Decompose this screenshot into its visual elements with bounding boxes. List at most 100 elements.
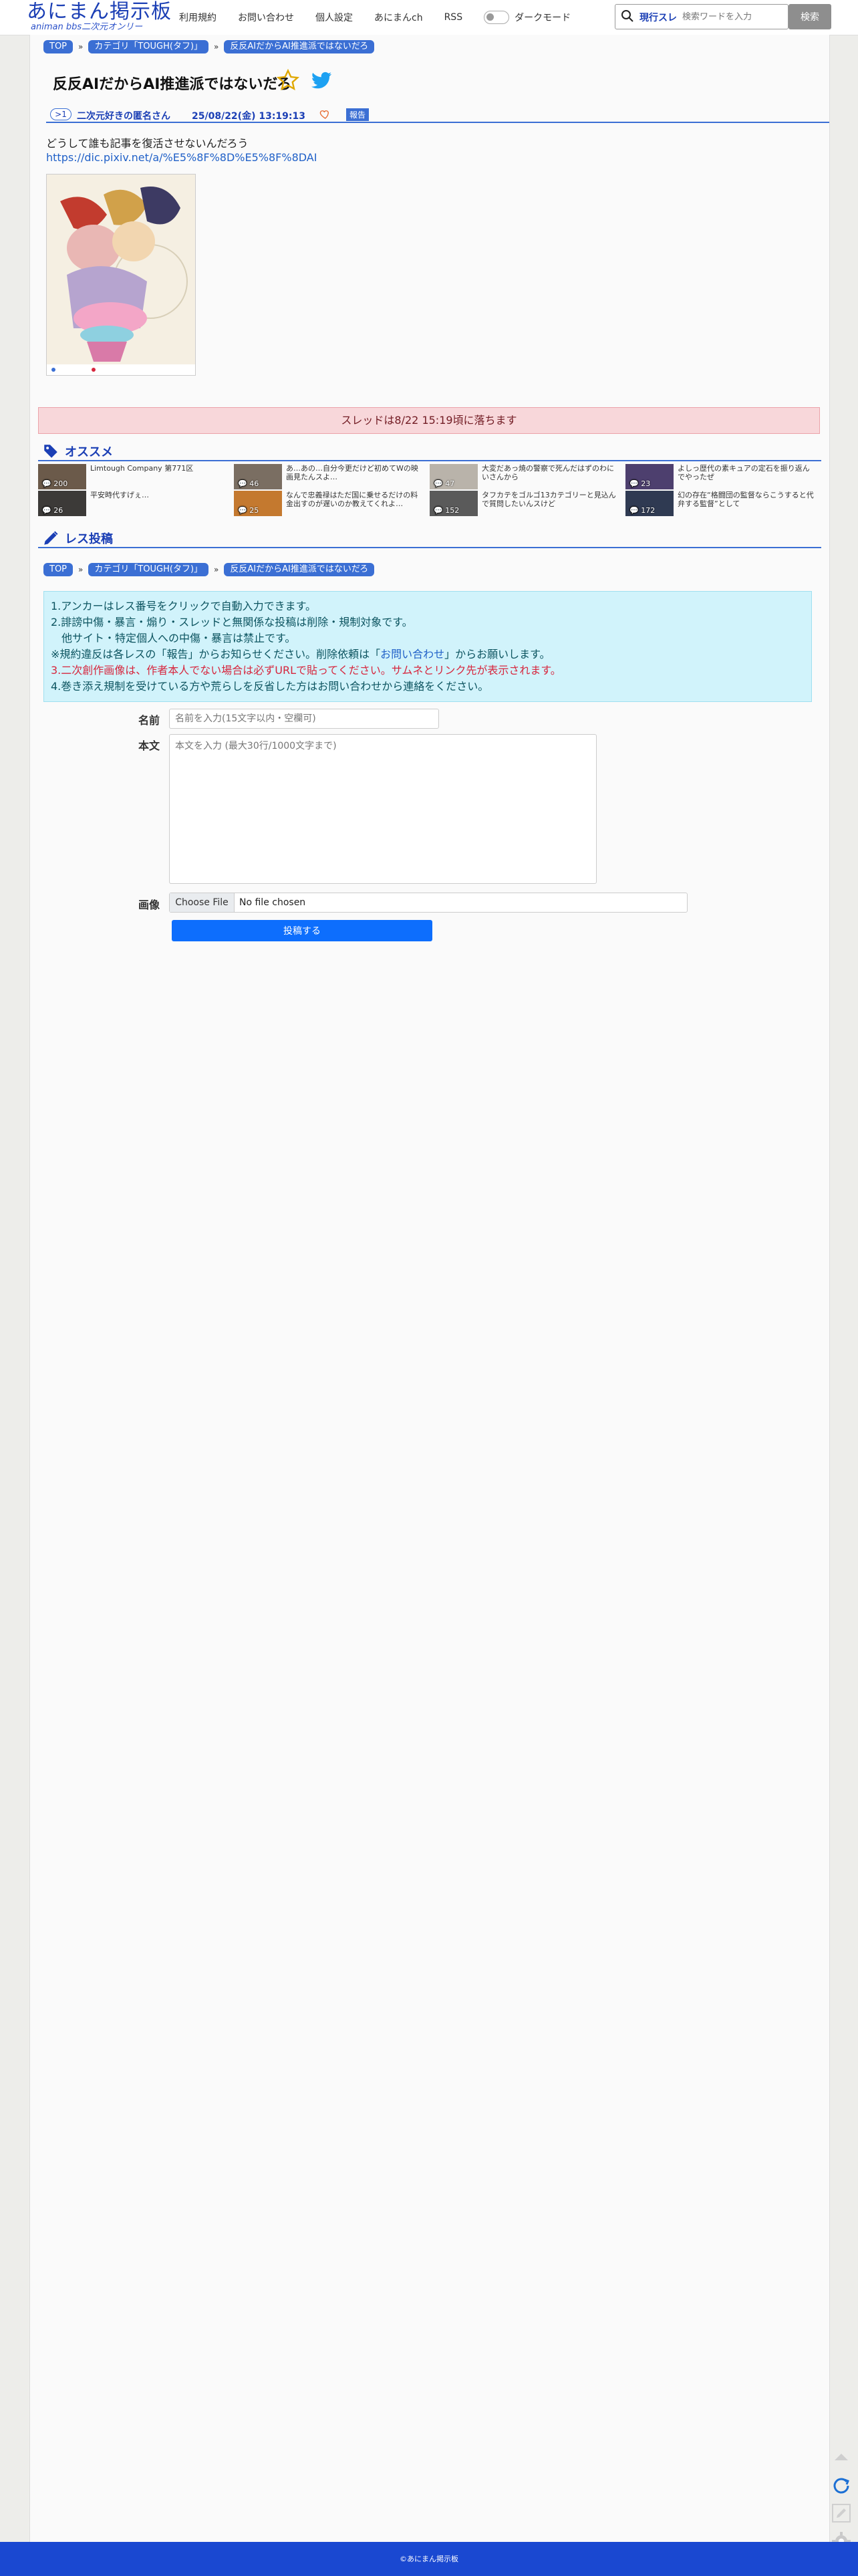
- breadcrumb-thread[interactable]: 反反AIだからAI推進派ではないだろ: [224, 563, 375, 576]
- nav-animanch[interactable]: あにまんch: [374, 11, 423, 24]
- reply-count-value: 26: [53, 506, 63, 515]
- report-button[interactable]: 報告: [346, 108, 370, 121]
- reply-title: レス投稿: [65, 532, 113, 546]
- site-header: あにまん掲示板 animan bbs二次元オンリー 利用規約 お問い合わせ 個人…: [0, 0, 858, 35]
- choose-file-button[interactable]: Choose File: [170, 893, 235, 912]
- rule-report-text: ※規約違反は各レスの「報告」からお知らせください。削除依頼は「: [51, 648, 381, 661]
- image-label: 画像: [138, 899, 160, 911]
- toggle-knob: [486, 13, 494, 21]
- recommend-item[interactable]: 💬 23 よしっ歴代の素キュアの定石を振り返んでやったぜ: [625, 464, 818, 489]
- file-status: No file chosen: [239, 897, 306, 908]
- breadcrumb-thread[interactable]: 反反AIだからAI推進派ではないだろ: [224, 40, 375, 53]
- rule-1: 1.アンカーはレス番号をクリックで自動入力できます。: [51, 600, 317, 612]
- breadcrumb: TOP » カテゴリ「TOUGH(タフ)」 » 反反AIだからAI推進派ではない…: [43, 40, 375, 53]
- post-number[interactable]: >1: [50, 108, 72, 120]
- thread-title: 反反AIだからAI推進派ではないだろ: [53, 76, 292, 93]
- dark-mode-label: ダークモード: [515, 13, 571, 23]
- nav-settings[interactable]: 個人設定: [315, 11, 353, 24]
- post-header: >1 二次元好きの匿名さん 25/08/22(金) 13:19:13 報告: [46, 108, 829, 123]
- reply-count: 💬 26: [42, 506, 63, 515]
- thread-expiry-notice: スレッドは8/22 15:19頃に落ちます: [38, 407, 820, 434]
- twitter-icon[interactable]: [309, 68, 333, 92]
- submit-button[interactable]: 投稿する: [172, 920, 432, 941]
- search-button[interactable]: 検索: [789, 4, 831, 29]
- breadcrumb-category[interactable]: カテゴリ「TOUGH(タフ)」: [88, 40, 209, 53]
- rule-report: ※規約違反は各レスの「報告」からお知らせください。削除依頼は「お問い合わせ」から…: [51, 645, 551, 661]
- tag-icon: [44, 445, 57, 458]
- heart-icon[interactable]: [319, 108, 331, 120]
- recommend-thumbnail: 💬 152: [430, 491, 478, 516]
- recommend-thumbnail: 💬 172: [625, 491, 674, 516]
- search-box: 現行スレ: [615, 4, 789, 29]
- nav-contact[interactable]: お問い合わせ: [238, 11, 294, 24]
- body-textarea[interactable]: [169, 734, 597, 884]
- recommend-item-title: よしっ歴代の素キュアの定石を振り返んでやったぜ: [678, 464, 810, 481]
- reply-count-value: 47: [445, 479, 455, 488]
- reply-count-value: 23: [641, 479, 651, 488]
- reload-button[interactable]: [830, 2474, 853, 2496]
- breadcrumb-separator: »: [214, 42, 219, 51]
- recommend-item[interactable]: 💬 172 幻の存在“格闘団の監督ならこうすると代弁する監督”として: [625, 491, 818, 516]
- recommend-item[interactable]: 💬 46 あ…あの…自分今更だけど初めてWの映画見たんスよ…: [234, 464, 426, 489]
- reply-count-value: 172: [641, 506, 656, 515]
- reply-count: 💬 200: [42, 479, 68, 488]
- reply-count: 💬 25: [238, 506, 259, 515]
- star-icon[interactable]: [276, 68, 300, 92]
- recommend-item[interactable]: 💬 25 なんで忠義禄はただ国に乗せるだけの料金出すのが遅いのか教えてくれよ…: [234, 491, 426, 516]
- recommend-header: オススメ: [38, 443, 821, 461]
- reply-count: 💬 47: [434, 479, 455, 488]
- recommend-item[interactable]: 💬 200 Limtough Company 第771区: [38, 464, 231, 489]
- reply-count-value: 46: [249, 479, 259, 488]
- nav-rss[interactable]: RSS: [444, 12, 463, 23]
- recommend-item[interactable]: 💬 47 大変だあっ焼の警察で死んだはずのわにいさんから: [430, 464, 622, 489]
- recommend-item-title: Limtough Company 第771区: [90, 464, 194, 473]
- reply-count: 💬 23: [629, 479, 651, 488]
- post-body: どうして誰も記事を復活させないんだろう: [46, 137, 249, 150]
- contact-link[interactable]: お問い合わせ: [380, 648, 444, 661]
- recommend-item-title: なんで忠義禄はただ国に乗せるだけの料金出すのが遅いのか教えてくれよ…: [286, 491, 418, 508]
- recommend-item-title: 幻の存在“格闘団の監督ならこうすると代弁する監督”として: [678, 491, 814, 508]
- breadcrumb-top[interactable]: TOP: [43, 40, 74, 53]
- name-field[interactable]: [169, 709, 439, 729]
- breadcrumb-top[interactable]: TOP: [43, 563, 74, 576]
- reply-count-value: 25: [249, 506, 259, 515]
- post-image[interactable]: [46, 174, 196, 376]
- pencil-icon: [44, 531, 58, 545]
- posting-rules: 1.アンカーはレス番号をクリックで自動入力できます。 2.誹謗中傷・暴言・煽り・…: [43, 591, 812, 702]
- recommend-thumbnail: 💬 25: [234, 491, 282, 516]
- post-link[interactable]: https://dic.pixiv.net/a/%E5%8F%8D%E5%8F%…: [46, 151, 317, 164]
- post-date: 25/08/22(金) 13:19:13: [192, 111, 305, 122]
- breadcrumb-separator: »: [214, 565, 219, 574]
- scroll-top-button[interactable]: [830, 2446, 853, 2468]
- recommend-thumbnail: 💬 26: [38, 491, 86, 516]
- dark-mode-toggle[interactable]: [484, 11, 510, 24]
- recommend-thumbnail: 💬 200: [38, 464, 86, 489]
- breadcrumb-category[interactable]: カテゴリ「TOUGH(タフ)」: [88, 563, 209, 576]
- search-scope-select[interactable]: 現行スレ: [639, 11, 677, 24]
- breadcrumb-separator: »: [78, 565, 84, 574]
- reply-count: 💬 172: [629, 506, 656, 515]
- anime-illustration: [47, 174, 195, 375]
- site-footer: ©あにまん掲示板: [0, 2542, 858, 2576]
- main-nav: 利用規約 お問い合わせ 個人設定 あにまんch RSS ダークモード: [179, 11, 571, 24]
- logo-title: あにまん掲示板: [27, 0, 172, 23]
- reply-header: レス投稿: [38, 530, 821, 548]
- edit-icon: [832, 2504, 851, 2523]
- reply-count-value: 200: [53, 479, 68, 488]
- recommend-item-title: あ…あの…自分今更だけど初めてWの映画見たんスよ…: [286, 464, 418, 481]
- recommend-item[interactable]: 💬 26 平安時代すげぇ…: [38, 491, 231, 516]
- rule-2: 2.誹謗中傷・暴言・煽り・スレッドと無関係な投稿は削除・規制対象です。: [51, 616, 413, 628]
- search-input[interactable]: [681, 9, 784, 25]
- search-icon: [621, 10, 633, 22]
- write-button[interactable]: [830, 2502, 853, 2525]
- name-label: 名前: [138, 714, 160, 727]
- recommend-item[interactable]: 💬 152 タフカテをゴルゴ13カテゴリーと見込んで質問したいんスけど: [430, 491, 622, 516]
- recommend-item-title: タフカテをゴルゴ13カテゴリーと見込んで質問したいんスけど: [482, 491, 616, 508]
- site-logo[interactable]: あにまん掲示板 animan bbs二次元オンリー: [27, 1, 172, 32]
- nav-terms[interactable]: 利用規約: [179, 11, 217, 24]
- breadcrumb-separator: »: [78, 42, 84, 51]
- reload-icon: [833, 2478, 849, 2494]
- rule-report-text-end: 」からお願いします。: [444, 648, 551, 661]
- rule-3: 3.二次創作画像は、作者本人でない場合は必ずURLで貼ってください。サムネとリン…: [51, 661, 561, 677]
- rule-2b: 他サイト・特定個人への中傷・暴言は禁止です。: [61, 632, 296, 645]
